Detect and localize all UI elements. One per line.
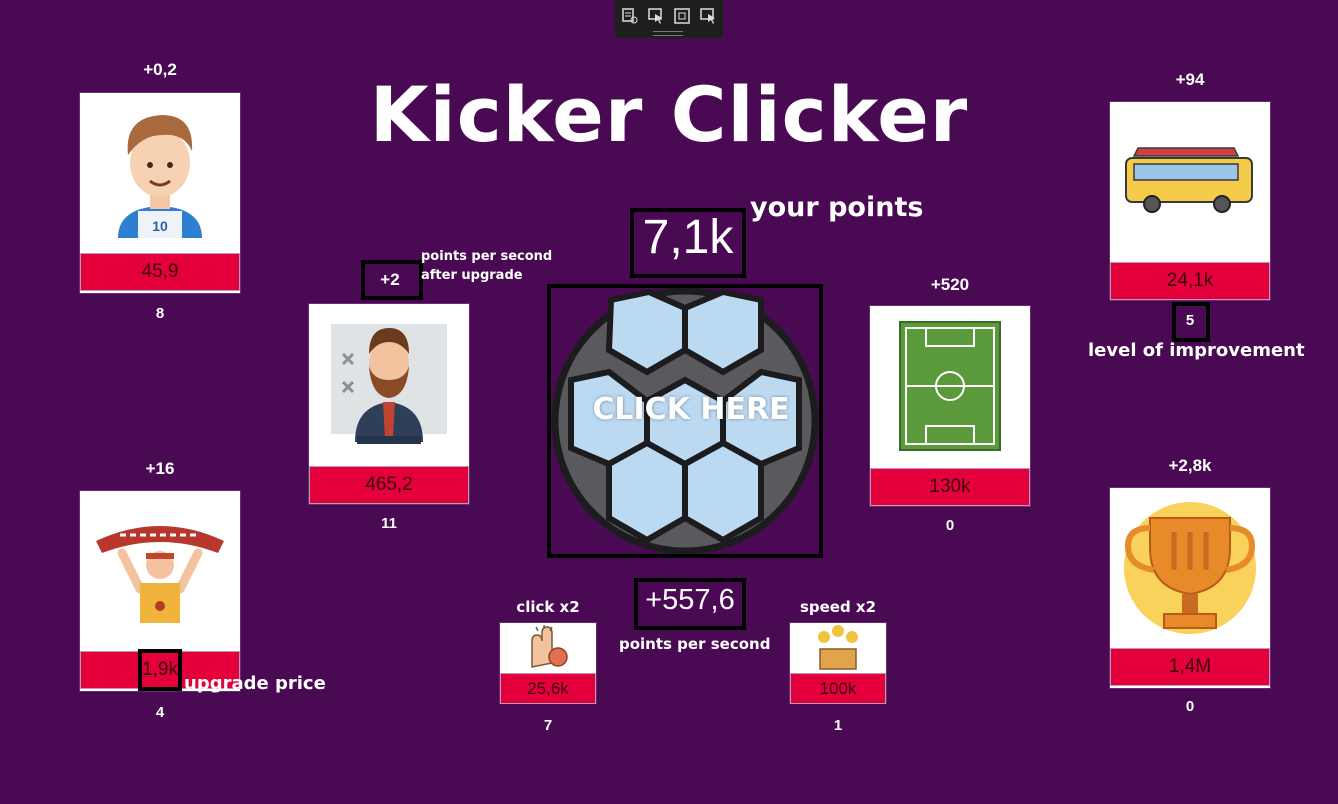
player-gain: +0,2 [143,60,177,79]
stadium-gain: +520 [930,275,970,294]
upgrade-price-label: upgrade price [184,673,326,694]
boost-speed-level: 1 [833,717,843,734]
upgrade-card-stadium[interactable]: 130k [870,306,1030,506]
upgrade-price: 130k [870,468,1030,506]
rate-label: points per second [619,635,771,653]
fan-level: 4 [155,704,165,721]
upgrade-card-trophy[interactable]: 1,4M [1110,488,1270,688]
upgrade-card-player[interactable]: 10 45,9 [80,93,240,293]
highlight-box-price [138,649,182,691]
coach-level: 11 [381,515,397,532]
boost-price: 100k [790,673,886,704]
boost-click-label: click x2 [516,598,580,616]
fan-icon [96,526,224,623]
trophy-level: 0 [1185,698,1195,715]
boost-click-level: 7 [543,717,553,734]
stadium-icon [899,321,1001,451]
upgrade-card-bus[interactable]: 24,1k [1110,102,1270,300]
boost-card-click[interactable]: 25,6k [500,623,596,704]
score-label: your points [750,192,924,223]
boost-card-speed[interactable]: 100k [790,623,886,704]
upgrade-price: 465,2 [309,466,469,504]
click-hand-icon [531,625,568,668]
pointer-icon[interactable] [647,7,665,25]
player-icon: 10 [118,115,202,238]
svg-text:10: 10 [152,218,168,234]
frame-icon[interactable] [673,7,691,25]
toolbar-grip[interactable] [653,31,683,36]
click-here-label: CLICK HERE [592,392,790,427]
rate-value: +557,6 [645,584,735,616]
level-of-improvement-label: level of improvement [1088,340,1305,361]
coach-icon [331,324,447,444]
devtools-toolbar [615,0,723,38]
upgrade-card-coach[interactable]: 465,2 [309,304,469,504]
boost-price: 25,6k [500,673,596,704]
fan-gain: +16 [145,459,175,478]
bus-gain: +94 [1175,70,1205,89]
bus-level: 5 [1185,312,1195,329]
stadium-level: 0 [945,517,955,534]
select-element-icon[interactable] [621,7,639,25]
click-ball-button[interactable]: CLICK HERE [551,287,819,555]
pps-after-label-2: after upgrade [421,268,523,283]
upgrade-price: 1,4M [1110,648,1270,686]
score-value: 7,1k [642,211,734,264]
upgrade-price: 24,1k [1110,262,1270,300]
bus-icon [1125,147,1253,213]
money-box-icon [818,625,858,670]
upgrade-price: 45,9 [80,253,240,291]
pps-after-label-1: points per second [421,249,553,264]
boost-speed-label: speed x2 [799,598,877,616]
trophy-icon [1124,502,1256,634]
trophy-gain: +2,8k [1168,456,1212,475]
player-level: 8 [155,305,165,322]
screenshot-icon[interactable] [699,7,717,25]
